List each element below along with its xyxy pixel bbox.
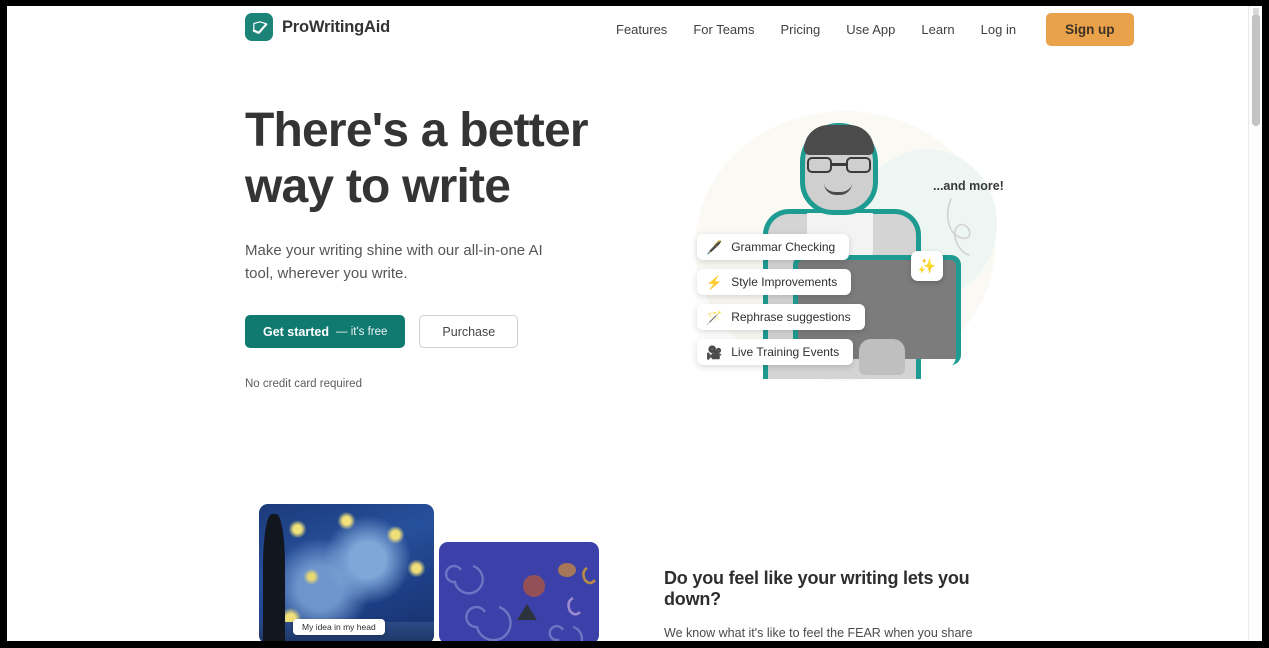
sparkles-icon: ✨ — [911, 251, 943, 281]
feature-chip-style-improvements[interactable]: ⚡ Style Improvements — [697, 269, 852, 295]
nav-item-learn[interactable]: Learn — [908, 15, 967, 44]
vertical-scrollbar[interactable] — [1248, 6, 1262, 641]
screen: ProWritingAid Features For Teams Pricing… — [0, 0, 1269, 648]
curved-arrow-icon — [946, 198, 971, 256]
hero-cta-group: Get started — it's free Purchase — [245, 315, 605, 348]
nav-item-use-app[interactable]: Use App — [833, 15, 908, 44]
feature-chip-grammar-checking[interactable]: 🖋️ Grammar Checking — [697, 234, 850, 260]
section-heading: Do you feel like your writing lets you d… — [664, 568, 970, 609]
nav-item-pricing[interactable]: Pricing — [767, 15, 833, 44]
nav-item-log-in[interactable]: Log in — [968, 15, 1029, 44]
brand-name: ProWritingAid — [282, 17, 391, 36]
person-hand — [859, 339, 905, 375]
image-caption: My idea in my head — [293, 619, 385, 635]
starry-night-cypress — [263, 514, 285, 641]
page-content: ProWritingAid Features For Teams Pricing… — [7, 6, 1248, 641]
video-camera-icon: 🎥 — [706, 344, 723, 360]
glasses-right-lens — [846, 157, 871, 173]
brand-logo-link[interactable]: ProWritingAid — [245, 13, 390, 41]
comparison-illustration: My idea in my head — [253, 504, 603, 641]
hero-section: There's a better way to write Make your … — [245, 103, 605, 390]
sign-up-button[interactable]: Sign up — [1046, 13, 1134, 46]
feature-chip-live-training-events[interactable]: 🎥 Live Training Events — [697, 339, 854, 365]
feature-chip-label: Grammar Checking — [731, 240, 836, 254]
section-body-text: We know what it's like to feel the FEAR … — [664, 626, 973, 640]
prowritingaid-logo-icon — [245, 13, 273, 41]
feature-chip-label: Rephrase suggestions — [731, 310, 851, 324]
site-header: ProWritingAid Features For Teams Pricing… — [7, 6, 1248, 62]
feature-chip-label: Style Improvements — [731, 275, 838, 289]
scrollbar-thumb[interactable] — [1252, 14, 1260, 126]
feature-chip-rephrase-suggestions[interactable]: 🪄 Rephrase suggestions — [697, 304, 865, 330]
hero-illustration: ✨ ...and more! 🖋️ Grammar Checking ⚡ Sty… — [667, 101, 1027, 391]
feature-chip-label: Live Training Events — [731, 345, 840, 359]
nav-item-features[interactable]: Features — [603, 15, 680, 44]
hero-subtitle: Make your writing shine with our all-in-… — [245, 242, 543, 282]
pen-icon: 🖋️ — [706, 239, 723, 255]
lower-text-section: Do you feel like your writing lets you d… — [664, 568, 1014, 641]
get-started-note: — it's free — [336, 325, 388, 338]
main-navigation: Features For Teams Pricing Use App Learn… — [603, 13, 1134, 46]
person-hair — [804, 125, 874, 155]
magic-wand-icon: 🪄 — [706, 309, 723, 325]
browser-viewport: ProWritingAid Features For Teams Pricing… — [7, 6, 1262, 641]
feature-chip-list: 🖋️ Grammar Checking ⚡ Style Improvements… — [697, 234, 865, 365]
childish-drawing-image — [439, 542, 599, 641]
page-title: There's a better way to write — [245, 104, 589, 213]
glasses-bridge — [832, 163, 846, 166]
no-credit-card-note: No credit card required — [245, 378, 362, 390]
glasses-left-lens — [807, 157, 832, 173]
get-started-label: Get started — [263, 324, 329, 339]
get-started-button[interactable]: Get started — it's free — [245, 315, 406, 348]
glasses-icon — [807, 157, 871, 173]
purchase-button[interactable]: Purchase — [419, 315, 519, 348]
lightning-icon: ⚡ — [706, 274, 723, 290]
and-more-annotation: ...and more! — [933, 179, 1004, 193]
nav-item-for-teams[interactable]: For Teams — [680, 15, 767, 44]
